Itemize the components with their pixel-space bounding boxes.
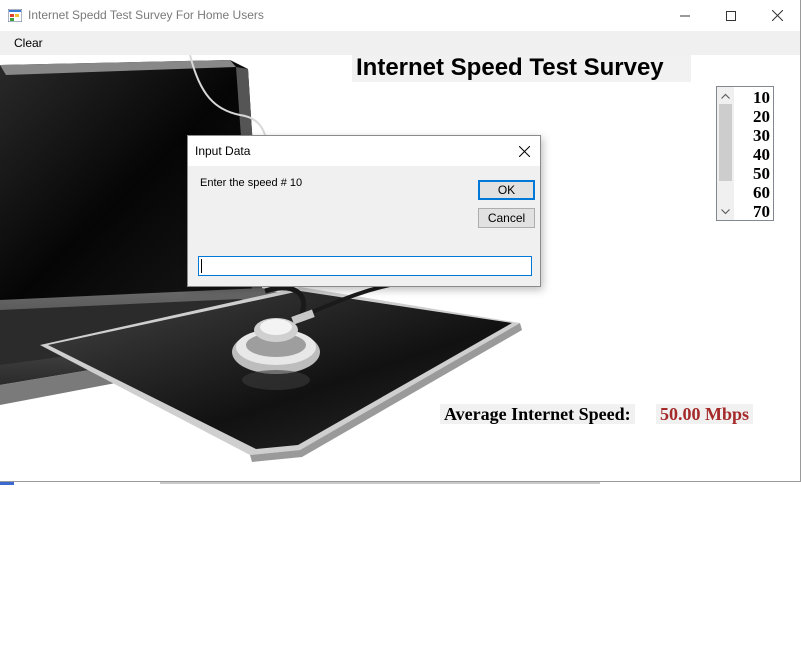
window-title: Internet Spedd Test Survey For Home User… (28, 8, 264, 22)
list-item[interactable]: 40 (737, 145, 773, 164)
list-item[interactable]: 30 (737, 126, 773, 145)
cancel-button[interactable]: Cancel (478, 208, 535, 228)
menu-item-clear[interactable]: Clear (14, 36, 43, 50)
dialog-close-button[interactable] (514, 141, 534, 161)
listbox-scrollbar[interactable] (717, 87, 734, 220)
speed-input[interactable] (198, 256, 532, 276)
app-icon (8, 9, 22, 22)
list-item[interactable]: 50 (737, 164, 773, 183)
average-speed-value: 50.00 Mbps (656, 404, 754, 424)
scroll-down-button[interactable] (717, 203, 734, 220)
input-data-dialog: Input Data Enter the speed # 10 OK Cance… (187, 135, 541, 287)
maximize-button[interactable] (708, 0, 754, 31)
maximize-icon (726, 10, 736, 21)
list-item[interactable]: 60 (737, 183, 773, 202)
chevron-down-icon (721, 208, 730, 214)
title-bar[interactable]: Internet Spedd Test Survey For Home User… (0, 0, 800, 31)
minimize-icon (680, 15, 690, 16)
minimize-button[interactable] (662, 0, 708, 31)
scroll-thumb[interactable] (719, 104, 732, 181)
chevron-up-icon (721, 93, 730, 99)
ok-button[interactable]: OK (478, 180, 535, 200)
background-window-strip (0, 482, 600, 485)
text-caret (201, 259, 202, 273)
listbox-items: 10 20 30 40 50 60 70 (737, 88, 773, 221)
average-speed-label: Average Internet Speed: (440, 404, 635, 424)
list-item[interactable]: 10 (737, 88, 773, 107)
close-icon (771, 10, 783, 21)
dialog-title: Input Data (195, 144, 251, 158)
page-title: Internet Speed Test Survey (352, 55, 691, 82)
list-item[interactable]: 20 (737, 107, 773, 126)
dialog-prompt: Enter the speed # 10 (200, 177, 303, 189)
close-icon (518, 145, 530, 157)
close-button[interactable] (754, 0, 800, 31)
list-item[interactable]: 70 (737, 202, 773, 221)
speed-listbox[interactable]: 10 20 30 40 50 60 70 (716, 86, 774, 221)
dialog-title-bar[interactable]: Input Data (188, 136, 540, 166)
scroll-up-button[interactable] (717, 87, 734, 104)
menu-bar: Clear (0, 31, 800, 55)
